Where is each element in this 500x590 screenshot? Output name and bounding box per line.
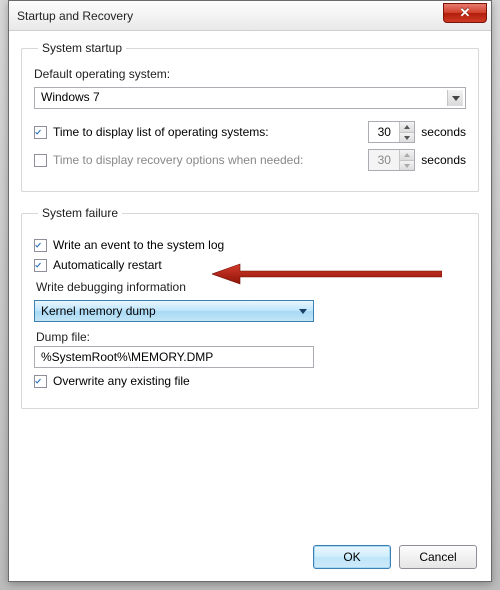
titlebar: Startup and Recovery ✕ [9, 1, 491, 31]
spinner-up-icon [400, 150, 414, 160]
cancel-button[interactable]: Cancel [399, 545, 477, 569]
client-area: System startup Default operating system:… [9, 31, 491, 581]
dump-type-value: Kernel memory dump [41, 304, 156, 318]
write-event-label: Write an event to the system log [53, 238, 224, 252]
auto-restart-label: Automatically restart [53, 258, 162, 272]
write-event-checkbox[interactable]: Write an event to the system log [34, 238, 224, 252]
checkbox-icon [34, 126, 47, 139]
seconds-label: seconds [421, 153, 466, 167]
time-list-checkbox[interactable]: Time to display list of operating system… [34, 125, 269, 139]
dialog-buttons: OK Cancel [313, 545, 477, 569]
ok-button[interactable]: OK [313, 545, 391, 569]
legend-system-failure: System failure [38, 206, 122, 220]
close-button[interactable]: ✕ [443, 3, 487, 23]
time-recovery-value [369, 151, 399, 169]
chevron-down-icon [295, 303, 311, 319]
time-recovery-spinner [368, 149, 415, 171]
overwrite-label: Overwrite any existing file [53, 374, 190, 388]
overwrite-checkbox[interactable]: Overwrite any existing file [34, 374, 190, 388]
spinner-up-icon[interactable] [400, 122, 414, 132]
chevron-down-icon [447, 90, 463, 106]
time-list-value[interactable] [369, 123, 399, 141]
seconds-label: seconds [421, 125, 466, 139]
spinner-down-icon[interactable] [400, 132, 414, 142]
close-icon: ✕ [460, 5, 471, 21]
dump-file-input[interactable] [34, 346, 314, 368]
auto-restart-checkbox[interactable]: Automatically restart [34, 258, 162, 272]
window-title: Startup and Recovery [17, 9, 133, 23]
time-list-label: Time to display list of operating system… [53, 125, 269, 139]
dump-type-select[interactable]: Kernel memory dump [34, 300, 314, 322]
write-debug-label: Write debugging information [36, 280, 466, 294]
startup-recovery-dialog: Startup and Recovery ✕ System startup De… [8, 0, 492, 582]
dump-file-label: Dump file: [36, 330, 466, 344]
checkbox-icon [34, 375, 47, 388]
default-os-label: Default operating system: [34, 67, 466, 81]
group-system-startup: System startup Default operating system:… [21, 41, 479, 192]
legend-system-startup: System startup [38, 41, 126, 55]
checkbox-icon [34, 154, 47, 167]
default-os-value: Windows 7 [41, 90, 100, 104]
spinner-down-icon [400, 160, 414, 170]
time-recovery-checkbox[interactable]: Time to display recovery options when ne… [34, 153, 303, 167]
checkbox-icon [34, 239, 47, 252]
default-os-select[interactable]: Windows 7 [34, 87, 466, 109]
checkbox-icon [34, 259, 47, 272]
group-system-failure: System failure Write an event to the sys… [21, 206, 479, 409]
time-recovery-label: Time to display recovery options when ne… [53, 153, 303, 167]
time-list-spinner[interactable] [368, 121, 415, 143]
